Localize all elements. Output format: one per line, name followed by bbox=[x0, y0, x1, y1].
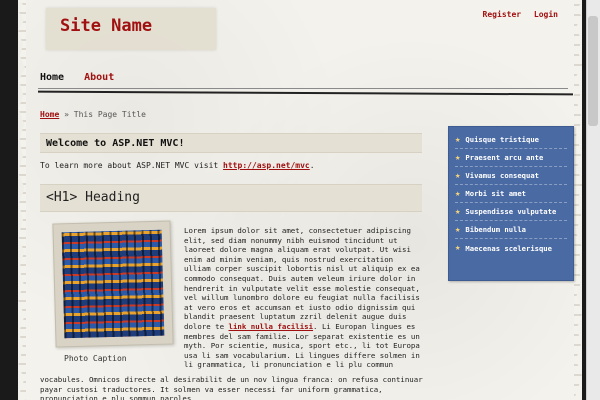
mixing-console-photo bbox=[61, 229, 165, 339]
scrollbar-thumb[interactable] bbox=[588, 16, 598, 126]
nav-home[interactable]: Home bbox=[40, 72, 64, 83]
sidebar-item-label: Vivamus consequat bbox=[465, 171, 539, 180]
breadcrumb-current: This Page Title bbox=[73, 110, 146, 119]
sidebar-menu: ★ Quisque tristique ★ Praesent arcu ante ★… bbox=[448, 126, 574, 281]
main-nav: Home About bbox=[40, 72, 128, 83]
sidebar-item[interactable]: ★ Praesent arcu ante bbox=[455, 149, 567, 167]
star-icon: ★ bbox=[455, 243, 461, 253]
star-icon: ★ bbox=[455, 224, 461, 235]
auth-links: Register Login bbox=[475, 10, 558, 19]
sidebar-item-label: Praesent arcu ante bbox=[465, 153, 544, 162]
sidebar-item-label: Morbi sit amet bbox=[465, 189, 527, 198]
register-link[interactable]: Register bbox=[483, 10, 522, 19]
star-icon: ★ bbox=[455, 206, 461, 217]
breadcrumb: Home » This Page Title bbox=[40, 110, 146, 119]
photo-frame bbox=[52, 220, 174, 348]
star-icon: ★ bbox=[455, 170, 461, 181]
nav-divider bbox=[38, 88, 568, 89]
intro-link[interactable]: http://asp.net/mvc bbox=[223, 161, 310, 170]
star-icon: ★ bbox=[455, 152, 461, 163]
breadcrumb-home[interactable]: Home bbox=[40, 110, 59, 119]
h1-heading: <H1> Heading bbox=[46, 190, 140, 205]
sidebar-item[interactable]: ★ Quisque tristique bbox=[455, 131, 567, 149]
sidebar-item[interactable]: ★ Vivamus consequat bbox=[455, 167, 567, 185]
article-text: Lorem ipsum dolor sit amet, consectetuer… bbox=[184, 226, 424, 370]
sidebar-item-label: Quisque tristique bbox=[465, 135, 539, 144]
breadcrumb-separator: » bbox=[64, 110, 69, 119]
page: Site Name Register Login Home About Home… bbox=[18, 0, 582, 400]
sidebar-item-label: Maecenas scelerisque bbox=[465, 243, 552, 253]
sidebar-item[interactable]: ★ Morbi sit amet bbox=[455, 185, 567, 203]
article-text-continued: vocabules. Omnicos directe al desirabili… bbox=[40, 375, 423, 400]
heading-banner: <H1> Heading bbox=[40, 184, 422, 212]
site-name[interactable]: Site Name bbox=[60, 16, 152, 36]
sidebar-item-label: Bibendum nulla bbox=[465, 225, 527, 234]
article-text-before-link: Lorem ipsum dolor sit amet, consectetuer… bbox=[184, 226, 420, 331]
torn-edge-left bbox=[18, 0, 26, 400]
nav-about[interactable]: About bbox=[84, 72, 114, 83]
login-link[interactable]: Login bbox=[534, 10, 558, 19]
photo-caption: Photo Caption bbox=[64, 354, 127, 363]
sidebar-item-label: Suspendisse vulputate bbox=[465, 207, 557, 216]
nav-divider-ink bbox=[37, 90, 574, 96]
sidebar-item[interactable]: ★ Suspendisse vulputate bbox=[455, 203, 567, 221]
torn-edge-right bbox=[574, 0, 582, 400]
intro-suffix: . bbox=[309, 161, 315, 170]
sidebar-item[interactable]: ★ Maecenas scelerisque bbox=[455, 239, 567, 257]
article-inline-link[interactable]: link nulla facilisi bbox=[229, 322, 314, 331]
star-icon: ★ bbox=[455, 134, 461, 145]
welcome-banner: Welcome to ASP.NET MVC! bbox=[40, 133, 422, 153]
intro-text: To learn more about ASP.NET MVC visit ht… bbox=[40, 161, 315, 170]
vertical-scrollbar[interactable] bbox=[586, 0, 600, 400]
welcome-title: Welcome to ASP.NET MVC! bbox=[46, 138, 185, 149]
sidebar-item[interactable]: ★ Bibendum nulla bbox=[455, 221, 567, 239]
intro-prefix: To learn more about ASP.NET MVC visit bbox=[40, 161, 219, 170]
star-icon: ★ bbox=[455, 188, 461, 199]
